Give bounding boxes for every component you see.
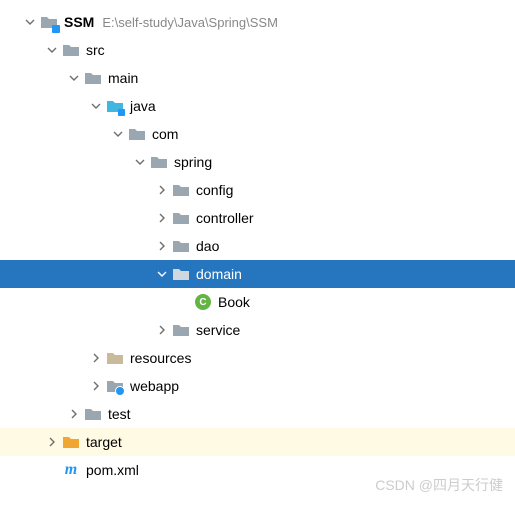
tree-item-com[interactable]: com xyxy=(0,120,515,148)
tree-label: src xyxy=(86,42,105,58)
tree-label: target xyxy=(86,434,122,450)
chevron-down-icon[interactable] xyxy=(44,42,60,58)
tree-label: pom.xml xyxy=(86,462,139,478)
folder-icon xyxy=(84,69,102,87)
tree-label: com xyxy=(152,126,178,142)
tree-label: controller xyxy=(196,210,254,226)
package-icon xyxy=(172,321,190,339)
webapp-folder-icon xyxy=(106,377,124,395)
chevron-right-icon[interactable] xyxy=(154,322,170,338)
tree-label: dao xyxy=(196,238,219,254)
chevron-down-icon[interactable] xyxy=(88,98,104,114)
chevron-right-icon[interactable] xyxy=(44,434,60,450)
tree-label: main xyxy=(108,70,138,86)
tree-label: spring xyxy=(174,154,212,170)
chevron-down-icon[interactable] xyxy=(66,70,82,86)
tree-item-spring[interactable]: spring xyxy=(0,148,515,176)
package-icon xyxy=(150,153,168,171)
module-folder-icon xyxy=(40,13,58,31)
chevron-right-icon[interactable] xyxy=(88,350,104,366)
package-icon xyxy=(128,125,146,143)
tree-item-book[interactable]: C Book xyxy=(0,288,515,316)
chevron-down-icon[interactable] xyxy=(110,126,126,142)
tree-item-target[interactable]: target xyxy=(0,428,515,456)
chevron-right-icon[interactable] xyxy=(154,210,170,226)
resources-folder-icon xyxy=(106,349,124,367)
watermark: CSDN @四月天行健 xyxy=(375,475,503,495)
tree-item-dao[interactable]: dao xyxy=(0,232,515,260)
tree-label: test xyxy=(108,406,131,422)
tree-item-main[interactable]: main xyxy=(0,64,515,92)
java-class-icon: C xyxy=(194,293,212,311)
tree-item-test[interactable]: test xyxy=(0,400,515,428)
tree-item-config[interactable]: config xyxy=(0,176,515,204)
tree-item-controller[interactable]: controller xyxy=(0,204,515,232)
root-path: E:\self-study\Java\Spring\SSM xyxy=(102,15,278,30)
package-icon xyxy=(172,265,190,283)
chevron-down-icon[interactable] xyxy=(132,154,148,170)
tree-item-java[interactable]: java xyxy=(0,92,515,120)
tree-item-service[interactable]: service xyxy=(0,316,515,344)
tree-label: webapp xyxy=(130,378,179,394)
chevron-right-icon[interactable] xyxy=(154,238,170,254)
tree-label: domain xyxy=(196,266,242,282)
tree-label: config xyxy=(196,182,233,198)
package-icon xyxy=(172,237,190,255)
package-icon xyxy=(172,209,190,227)
tree-label: service xyxy=(196,322,240,338)
tree-item-src[interactable]: src xyxy=(0,36,515,64)
tree-root[interactable]: SSM E:\self-study\Java\Spring\SSM xyxy=(0,8,515,36)
tree-item-webapp[interactable]: webapp xyxy=(0,372,515,400)
root-name: SSM xyxy=(64,14,94,30)
tree-item-resources[interactable]: resources xyxy=(0,344,515,372)
chevron-down-icon[interactable] xyxy=(154,266,170,282)
chevron-right-icon[interactable] xyxy=(154,182,170,198)
tree-label: Book xyxy=(218,294,250,310)
folder-icon xyxy=(62,41,80,59)
maven-file-icon: m xyxy=(62,461,80,479)
chevron-right-icon[interactable] xyxy=(66,406,82,422)
java-source-folder-icon xyxy=(106,97,124,115)
tree-item-domain[interactable]: domain xyxy=(0,260,515,288)
tree-label: java xyxy=(130,98,156,114)
chevron-right-icon[interactable] xyxy=(88,378,104,394)
folder-icon xyxy=(84,405,102,423)
chevron-down-icon[interactable] xyxy=(22,14,38,30)
excluded-folder-icon xyxy=(62,433,80,451)
tree-label: resources xyxy=(130,350,191,366)
project-tree[interactable]: SSM E:\self-study\Java\Spring\SSM src ma… xyxy=(0,0,515,484)
package-icon xyxy=(172,181,190,199)
